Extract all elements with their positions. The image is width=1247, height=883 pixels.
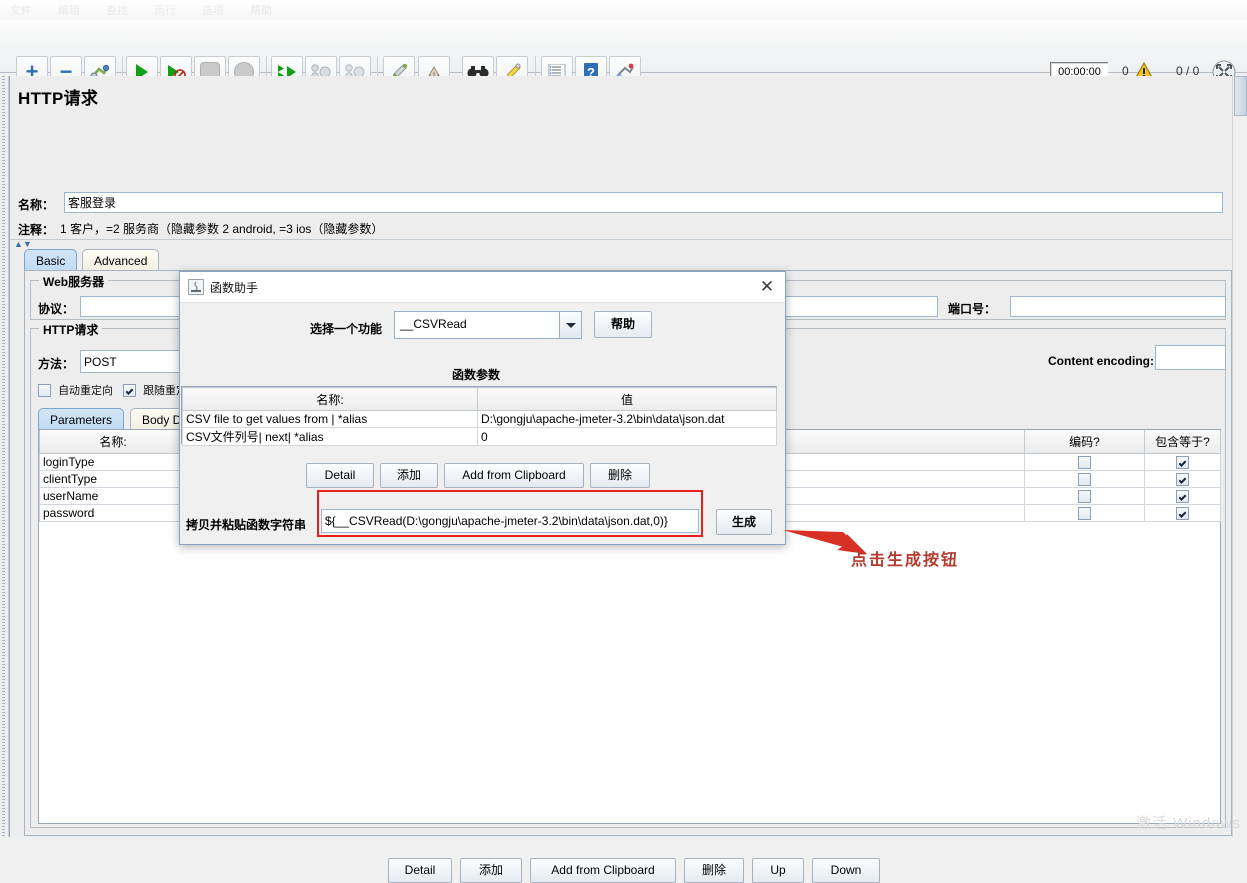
function-select-combo[interactable]: __CSVRead xyxy=(394,311,582,339)
arg-name[interactable]: CSV file to get values from | *alias xyxy=(182,410,478,428)
page-title: HTTP请求 xyxy=(18,89,99,108)
jmeter-app-icon xyxy=(188,279,204,295)
name-label: 名称： xyxy=(18,198,55,212)
port-input[interactable] xyxy=(1010,296,1226,317)
checkbox-checked-icon[interactable] xyxy=(1176,456,1189,470)
menu-item-options[interactable]: 选项 xyxy=(202,2,224,18)
tab-advanced[interactable]: Advanced xyxy=(82,249,160,271)
arg-name[interactable]: CSV文件列号| next| *alias xyxy=(182,427,478,446)
dialog-title: 函数助手 xyxy=(210,281,259,295)
dialog-titlebar[interactable]: 函数助手 ✕ xyxy=(180,272,785,303)
param-name[interactable]: loginType xyxy=(39,453,187,471)
menu-bar[interactable]: 文件 编辑 查找 运行 选项 帮助 xyxy=(0,0,1247,21)
dialog-add-button[interactable]: 添加 xyxy=(380,463,438,488)
table-row[interactable]: CSV file to get values from | *alias D:\… xyxy=(182,410,777,428)
arg-col-value: 值 xyxy=(477,387,777,411)
col-name[interactable]: 名称: xyxy=(39,430,187,454)
param-encode-cell[interactable] xyxy=(1024,504,1145,522)
param-encode-cell[interactable] xyxy=(1024,453,1145,471)
add-button[interactable]: 添加 xyxy=(460,858,522,883)
add-from-clipboard-button[interactable]: Add from Clipboard xyxy=(530,858,676,883)
help-dialog-button[interactable]: 帮助 xyxy=(594,311,652,338)
delete-button[interactable]: 删除 xyxy=(684,858,744,883)
scrollbar-thumb[interactable] xyxy=(1234,76,1247,116)
content-encoding-input[interactable] xyxy=(1155,345,1226,370)
menu-item-run[interactable]: 运行 xyxy=(154,2,176,18)
function-args-table-panel: 名称: 值 CSV file to get values from | *ali… xyxy=(181,386,777,446)
tab-basic[interactable]: Basic xyxy=(24,249,78,271)
web-server-group-title: Web服务器 xyxy=(39,273,109,290)
close-icon[interactable]: ✕ xyxy=(757,277,777,297)
name-input[interactable] xyxy=(64,192,1223,213)
follow-redirect-box-icon[interactable] xyxy=(123,383,136,397)
function-args-header: 名称: 值 xyxy=(182,387,777,411)
header-divider xyxy=(10,239,1232,240)
checkbox-icon[interactable] xyxy=(1078,507,1091,521)
comment-label: 注释： xyxy=(18,223,55,237)
menu-item-file[interactable]: 文件 xyxy=(10,2,32,18)
function-select-value: __CSVRead xyxy=(400,317,467,331)
highlight-rect xyxy=(317,490,703,537)
protocol-label: 协议： xyxy=(38,302,75,316)
checkbox-icon[interactable] xyxy=(1078,490,1091,504)
vertical-scrollbar[interactable] xyxy=(1232,76,1247,837)
annotation-text: 点击生成按钮 xyxy=(851,552,960,569)
col-encode[interactable]: 编码? xyxy=(1024,430,1145,454)
param-encode-cell[interactable] xyxy=(1024,487,1145,505)
dialog-detail-button[interactable]: Detail xyxy=(306,463,374,488)
param-encode-cell[interactable] xyxy=(1024,470,1145,488)
windows-activation-watermark: 激活 Windows xyxy=(1135,815,1241,832)
tab-parameters[interactable]: Parameters xyxy=(38,408,125,430)
menu-item-edit[interactable]: 编辑 xyxy=(58,2,80,18)
checkbox-icon[interactable] xyxy=(1078,456,1091,470)
param-include-equals-cell[interactable] xyxy=(1144,470,1221,488)
toolbar: + − ? 00:00:00 0 0 / 0 xyxy=(0,20,1247,88)
menu-item-help[interactable]: 帮助 xyxy=(250,2,272,18)
tree-splitter[interactable] xyxy=(0,76,9,836)
auto-redirect-box-icon[interactable] xyxy=(38,383,51,397)
checkbox-checked-icon[interactable] xyxy=(1176,507,1189,521)
generate-button[interactable]: 生成 xyxy=(716,509,772,535)
down-button[interactable]: Down xyxy=(812,858,880,883)
param-include-equals-cell[interactable] xyxy=(1144,504,1221,522)
param-include-equals-cell[interactable] xyxy=(1144,453,1221,471)
collapse-arrows-icon[interactable]: ▲▼ xyxy=(14,239,32,249)
checkbox-icon[interactable] xyxy=(1078,473,1091,487)
http-request-group-title: HTTP请求 xyxy=(39,321,103,338)
checkbox-checked-icon[interactable] xyxy=(1176,473,1189,487)
menu-item-search[interactable]: 查找 xyxy=(106,2,128,18)
table-row[interactable]: CSV文件列号| next| *alias 0 xyxy=(182,427,777,446)
auto-redirect-checkbox[interactable]: 自动重定向 xyxy=(38,382,113,398)
content-encoding-label: Content encoding: xyxy=(1048,354,1154,368)
function-params-caption: 函数参数 xyxy=(452,368,501,382)
param-name[interactable]: clientType xyxy=(39,470,187,488)
param-name[interactable]: userName xyxy=(39,487,187,505)
detail-button[interactable]: Detail xyxy=(388,858,452,883)
method-label: 方法： xyxy=(38,357,75,371)
up-button[interactable]: Up xyxy=(752,858,804,883)
comment-value[interactable]: 1 客户，=2 服务商（隐藏参数 2 android, =3 ios（隐藏参数） xyxy=(60,220,1225,238)
splitter-grip-icon xyxy=(2,76,5,836)
arg-value[interactable]: D:\gongju\apache-jmeter-3.2\bin\data\jso… xyxy=(477,410,777,428)
param-include-equals-cell[interactable] xyxy=(1144,487,1221,505)
checkbox-checked-icon[interactable] xyxy=(1176,490,1189,504)
auto-redirect-label: 自动重定向 xyxy=(58,385,114,397)
function-args-table: 名称: 值 CSV file to get values from | *ali… xyxy=(182,387,777,446)
param-name[interactable]: password xyxy=(39,504,187,522)
copy-paste-label: 拷贝并粘贴函数字符串 xyxy=(186,518,307,532)
dialog-delete-button[interactable]: 删除 xyxy=(590,463,650,488)
col-include-equals[interactable]: 包含等于? xyxy=(1144,430,1221,454)
select-function-label: 选择一个功能 xyxy=(310,322,383,336)
port-label: 端口号： xyxy=(948,302,997,316)
arg-value[interactable]: 0 xyxy=(477,427,777,446)
arg-col-name: 名称: xyxy=(182,387,478,411)
chevron-down-icon[interactable] xyxy=(559,312,581,338)
dialog-add-from-clipboard-button[interactable]: Add from Clipboard xyxy=(444,463,584,488)
